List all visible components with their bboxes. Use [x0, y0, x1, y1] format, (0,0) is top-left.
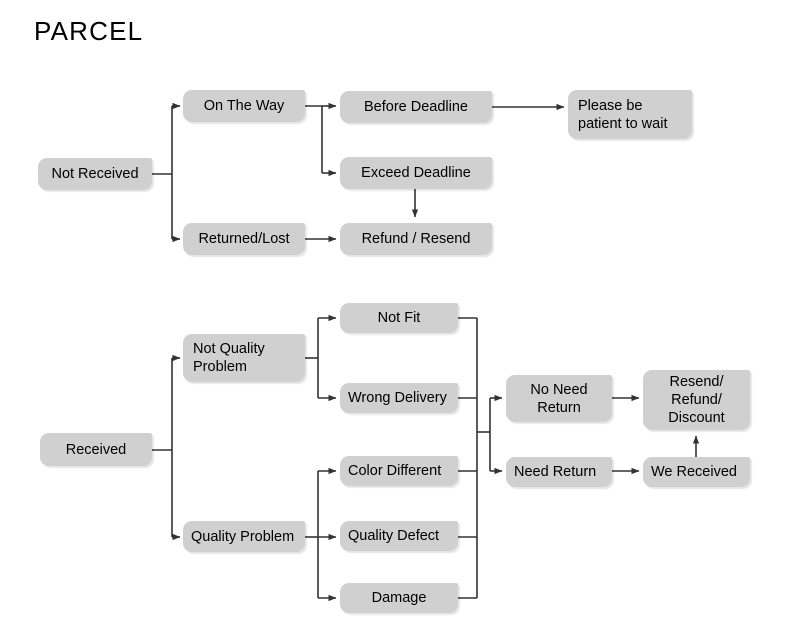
- node-label: Not Quality Problem: [193, 341, 265, 375]
- node-color-different[interactable]: Color Different: [340, 456, 458, 486]
- node-label: Exceed Deadline: [361, 165, 471, 181]
- node-label: Color Different: [348, 463, 442, 479]
- node-label: Please be patient to wait: [578, 97, 668, 132]
- node-quality-defect[interactable]: Quality Defect: [340, 521, 458, 551]
- node-wrong-delivery[interactable]: Wrong Delivery: [340, 383, 458, 413]
- node-refund-resend[interactable]: Refund / Resend: [340, 223, 492, 255]
- node-please-be-patient-to-wait[interactable]: Please be patient to wait: [568, 90, 692, 139]
- node-label: Refund / Resend: [361, 231, 471, 247]
- node-on-the-way[interactable]: On The Way: [183, 90, 305, 122]
- node-label: No Need Return: [530, 381, 588, 416]
- node-label: Resend/ Refund/ Discount: [668, 374, 725, 426]
- node-not-quality-problem[interactable]: Not Quality Problem: [183, 334, 305, 382]
- node-label: Damage: [371, 590, 427, 606]
- node-not-received[interactable]: Not Received: [38, 158, 152, 190]
- node-label: On The Way: [203, 98, 285, 114]
- node-label: Need Return: [514, 464, 597, 480]
- page-title: PARCEL: [34, 16, 144, 46]
- node-received[interactable]: Received: [40, 433, 152, 466]
- node-before-deadline[interactable]: Before Deadline: [340, 91, 492, 123]
- node-resend-refund-discount[interactable]: Resend/ Refund/ Discount: [643, 370, 750, 430]
- node-not-fit[interactable]: Not Fit: [340, 303, 458, 333]
- node-label: Quality Defect: [348, 528, 440, 544]
- node-returned-lost[interactable]: Returned/Lost: [183, 223, 305, 255]
- node-no-need-return[interactable]: No Need Return: [506, 375, 612, 422]
- node-we-received[interactable]: We Received: [643, 457, 750, 487]
- node-label: Before Deadline: [364, 99, 468, 115]
- node-label: We Received: [651, 464, 737, 480]
- node-quality-problem[interactable]: Quality Problem: [183, 521, 305, 552]
- node-damage[interactable]: Damage: [340, 583, 458, 613]
- node-label: Not Fit: [377, 310, 421, 326]
- diagram-canvas: PARCEL Not Received On The Way Returned/…: [0, 0, 800, 642]
- node-label: Received: [65, 441, 127, 458]
- node-label: Not Received: [51, 166, 139, 182]
- node-need-return[interactable]: Need Return: [506, 457, 612, 487]
- node-exceed-deadline[interactable]: Exceed Deadline: [340, 157, 492, 189]
- node-label: Wrong Delivery: [348, 390, 447, 406]
- node-label: Quality Problem: [191, 528, 295, 545]
- node-label: Returned/Lost: [198, 231, 290, 247]
